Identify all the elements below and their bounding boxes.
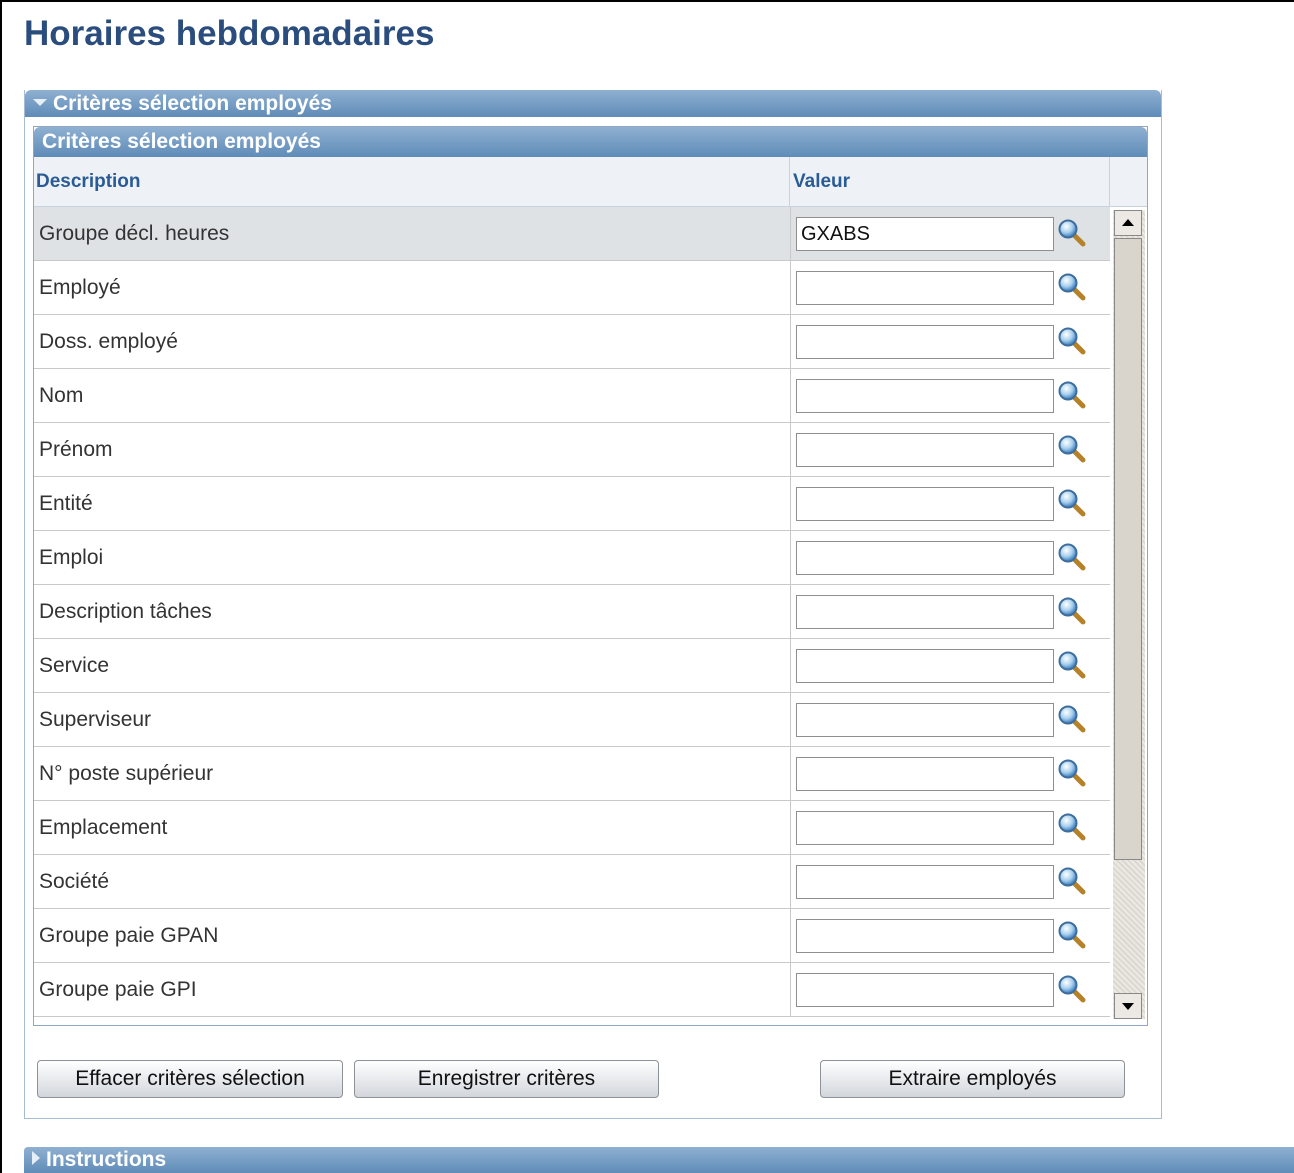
criteria-value-input[interactable] [796,433,1054,467]
criteria-section: Critères sélection employés Critères sél… [24,90,1162,1119]
criteria-value-cell [790,693,1110,746]
magnifier-icon[interactable] [1057,434,1087,464]
criteria-value-cell [790,369,1110,422]
criteria-row: Emploi [34,531,1110,585]
criteria-row: Description tâches [34,585,1110,639]
criteria-value-cell [790,909,1110,962]
criteria-row: Service [34,639,1110,693]
criteria-value-cell [790,855,1110,908]
magnifier-icon[interactable] [1057,812,1087,842]
criteria-value-cell [790,261,1110,314]
magnifier-icon[interactable] [1057,326,1087,356]
arrow-down-icon [1122,1003,1134,1010]
magnifier-icon[interactable] [1057,596,1087,626]
magnifier-icon[interactable] [1057,488,1087,518]
criteria-value-cell [790,531,1110,584]
instructions-section-header[interactable]: Instructions [24,1147,1294,1173]
scroll-up-button[interactable] [1114,210,1142,236]
criteria-label: Emploi [39,546,104,569]
criteria-row: Employé [34,261,1110,315]
magnifier-icon[interactable] [1057,920,1087,950]
criteria-value-cell [790,477,1110,530]
column-header-scroll [1110,157,1147,207]
criteria-label: Groupe décl. heures [39,222,230,245]
magnifier-icon[interactable] [1057,218,1087,248]
scroll-down-button[interactable] [1114,993,1142,1019]
criteria-row: Superviseur [34,693,1110,747]
vertical-scrollbar[interactable] [1113,210,1145,1019]
criteria-label: Société [39,870,110,893]
criteria-value-input[interactable] [796,541,1054,575]
criteria-value-input[interactable] [796,487,1054,521]
criteria-value-input[interactable] [796,217,1054,251]
criteria-value-cell [790,747,1110,800]
criteria-row: Société [34,855,1110,909]
criteria-rows: Groupe décl. heures Employé [34,207,1110,1017]
criteria-value-input[interactable] [796,757,1054,791]
criteria-row: Emplacement [34,801,1110,855]
criteria-label: Groupe paie GPI [39,978,197,1001]
arrow-up-icon [1122,219,1134,226]
criteria-row: Prénom [34,423,1110,477]
criteria-value-input[interactable] [796,325,1054,359]
triangle-down-icon[interactable] [33,98,47,106]
clear-criteria-button[interactable]: Effacer critères sélection [37,1060,343,1098]
magnifier-icon[interactable] [1057,866,1087,896]
criteria-label: Service [39,654,110,677]
page-title: Horaires hebdomadaires [24,14,435,53]
magnifier-icon[interactable] [1057,650,1087,680]
criteria-value-input[interactable] [796,649,1054,683]
magnifier-icon[interactable] [1057,380,1087,410]
criteria-label: N° poste supérieur [39,762,214,785]
magnifier-icon[interactable] [1057,974,1087,1004]
criteria-row: Groupe paie GPAN [34,909,1110,963]
criteria-value-cell [790,639,1110,692]
criteria-label: Emplacement [39,816,168,839]
save-criteria-button[interactable]: Enregistrer critères [354,1060,659,1098]
criteria-row: Doss. employé [34,315,1110,369]
criteria-grid-title: Critères sélection employés [34,127,1147,157]
criteria-label: Prénom [39,438,113,461]
criteria-row: Nom [34,369,1110,423]
criteria-value-input[interactable] [796,811,1054,845]
magnifier-icon[interactable] [1057,704,1087,734]
column-header-description: Description [34,157,790,207]
criteria-value-input[interactable] [796,973,1054,1007]
criteria-value-input[interactable] [796,703,1054,737]
criteria-label: Superviseur [39,708,152,731]
instructions-title: Instructions [46,1148,167,1171]
magnifier-icon[interactable] [1057,542,1087,572]
triangle-right-icon[interactable] [32,1151,40,1166]
criteria-label: Description tâches [39,600,212,623]
magnifier-icon[interactable] [1057,272,1087,302]
magnifier-icon[interactable] [1057,758,1087,788]
criteria-section-header[interactable]: Critères sélection employés [25,90,1161,117]
criteria-value-cell [790,585,1110,638]
criteria-section-title: Critères sélection employés [53,92,332,115]
criteria-value-input[interactable] [796,919,1054,953]
criteria-value-input[interactable] [796,271,1054,305]
criteria-value-input[interactable] [796,379,1054,413]
criteria-value-cell [790,801,1110,854]
criteria-value-cell [790,423,1110,476]
criteria-label: Employé [39,276,121,299]
column-header-value: Valeur [790,157,1110,207]
criteria-value-input[interactable] [796,865,1054,899]
criteria-value-cell [790,315,1110,368]
criteria-row: Groupe paie GPI [34,963,1110,1017]
criteria-value-input[interactable] [796,595,1054,629]
criteria-label: Doss. employé [39,330,178,353]
criteria-grid: Critères sélection employés Description … [33,126,1148,1026]
extract-employees-button[interactable]: Extraire employés [820,1060,1125,1098]
criteria-label: Nom [39,384,84,407]
criteria-row: Groupe décl. heures [34,207,1110,261]
scrollbar-thumb[interactable] [1114,238,1142,860]
criteria-row: Entité [34,477,1110,531]
criteria-value-cell [790,207,1110,260]
criteria-label: Groupe paie GPAN [39,924,219,947]
criteria-row: N° poste supérieur [34,747,1110,801]
criteria-label: Entité [39,492,93,515]
criteria-value-cell [790,963,1110,1016]
